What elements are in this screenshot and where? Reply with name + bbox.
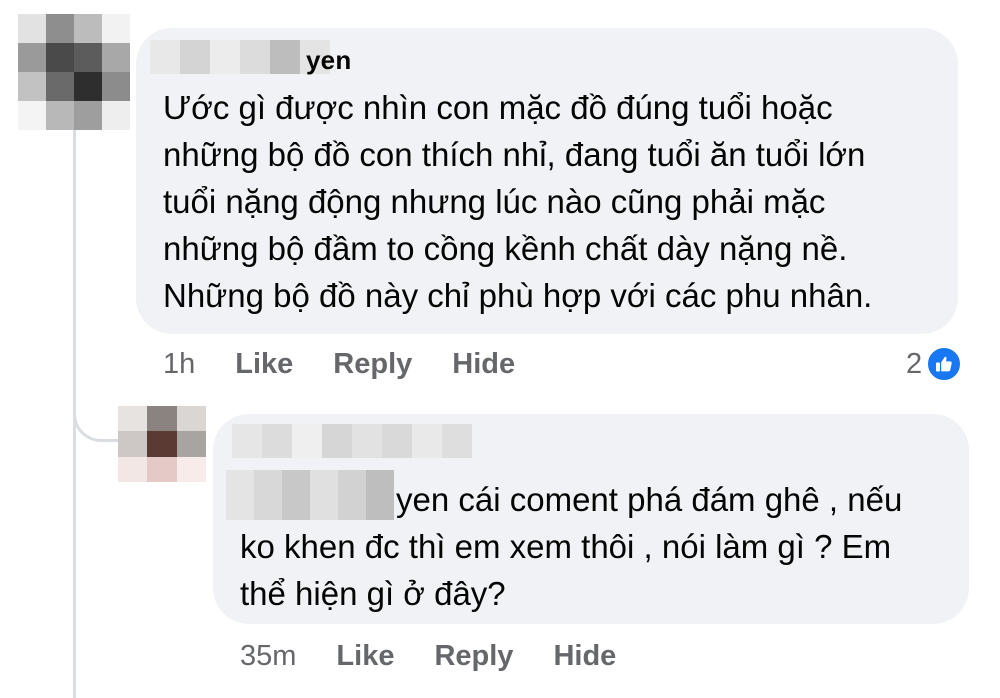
reply-button[interactable]: Reply [434, 640, 513, 673]
reply-button[interactable]: Reply [333, 348, 412, 381]
reply-connector-curve [73, 380, 123, 442]
reply-timestamp[interactable]: 35m [240, 640, 296, 673]
comment-actions: 1h Like Reply Hide [163, 344, 555, 384]
comment-text: Ước gì được nhìn con mặc đồ đúng tuổi ho… [163, 89, 873, 314]
avatar[interactable] [118, 406, 206, 482]
reaction-count: 2 [906, 347, 923, 380]
like-thumbs-up-icon [926, 346, 963, 382]
author-name[interactable]: yen [306, 45, 351, 76]
reaction-summary[interactable]: 2 [906, 346, 963, 382]
like-button[interactable]: Like [235, 348, 293, 381]
hide-button[interactable]: Hide [452, 348, 515, 381]
avatar[interactable] [18, 14, 130, 130]
author-name-blurred[interactable] [150, 40, 330, 74]
mention-blurred[interactable] [226, 470, 394, 520]
reply-author-name-blurred[interactable] [232, 424, 472, 458]
hide-button[interactable]: Hide [553, 640, 616, 673]
like-button[interactable]: Like [336, 640, 394, 673]
comment-timestamp[interactable]: 1h [163, 348, 195, 381]
reply-actions: 35m Like Reply Hide [240, 636, 656, 676]
reply-text-line: thể hiện gì ở đây? [240, 575, 506, 612]
reply-text-line: yen cái coment phá đám ghê , nếu [396, 481, 903, 518]
reply-text-line: ko khen đc thì em xem thôi , nói làm gì … [240, 528, 892, 565]
